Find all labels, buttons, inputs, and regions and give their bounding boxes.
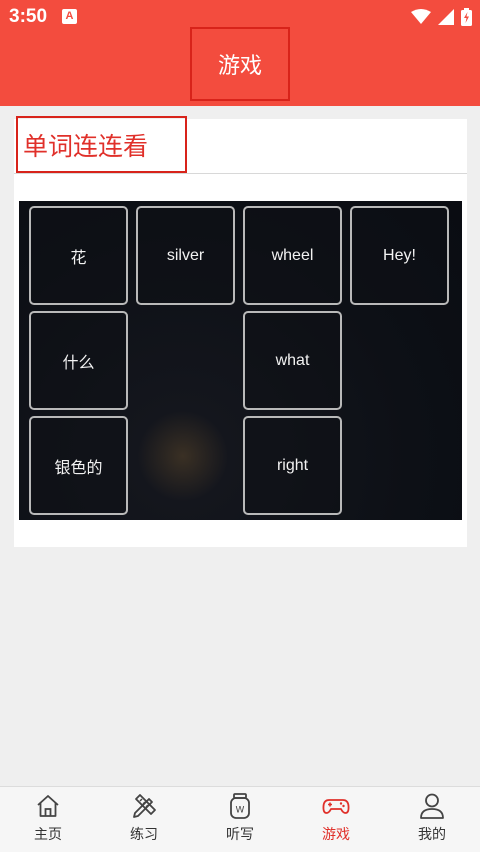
card-title: 单词连连看 xyxy=(23,131,149,161)
nav-label-profile: 我的 xyxy=(418,827,446,843)
card-title-highlight: 单词连连看 xyxy=(16,116,187,173)
home-icon xyxy=(37,795,59,817)
word-tile[interactable]: right xyxy=(243,416,342,515)
battery-icon xyxy=(461,8,472,26)
page-title: 游戏 xyxy=(217,54,262,79)
nav-label-dictation: 听写 xyxy=(226,827,254,843)
word-tile[interactable]: silver xyxy=(136,206,235,305)
svg-text:W: W xyxy=(236,806,245,816)
nav-item-dictation[interactable]: W 听写 xyxy=(192,787,288,852)
nav-label-home: 主页 xyxy=(34,827,62,843)
word-tile[interactable]: 银色的 xyxy=(29,416,128,515)
word-tile[interactable]: wheel xyxy=(243,206,342,305)
word-tile[interactable]: Hey! xyxy=(350,206,449,305)
notification-icon: A xyxy=(62,9,77,24)
pencil-ruler-icon xyxy=(133,794,156,818)
user-icon xyxy=(420,793,444,819)
gamepad-icon xyxy=(322,799,350,814)
nav-label-practice: 练习 xyxy=(130,827,158,843)
signal-icon xyxy=(438,9,454,25)
bottom-nav: 主页 练习 W 听写 游戏 我的 xyxy=(0,786,480,852)
word-match-game-area[interactable]: 花 silver wheel Hey! 什么 what 银色的 right xyxy=(19,201,462,520)
word-tile[interactable]: 什么 xyxy=(29,311,128,410)
status-time: 3:50 xyxy=(9,6,48,27)
status-icons xyxy=(411,7,472,27)
nav-item-home[interactable]: 主页 xyxy=(0,787,96,852)
wifi-icon xyxy=(411,9,431,24)
top-bar: 3:50 A 游戏 xyxy=(0,0,480,106)
nav-item-practice[interactable]: 练习 xyxy=(96,787,192,852)
word-tile[interactable]: what xyxy=(243,311,342,410)
header-title-highlight: 游戏 xyxy=(190,27,290,101)
card-divider xyxy=(14,173,467,174)
nav-item-games[interactable]: 游戏 xyxy=(288,787,384,852)
jar-w-icon: W xyxy=(230,793,250,819)
game-card: 单词连连看 花 silver wheel Hey! 什么 what 银色的 right xyxy=(14,116,467,547)
nav-label-games: 游戏 xyxy=(322,827,350,843)
word-tile[interactable]: 花 xyxy=(29,206,128,305)
nav-item-profile[interactable]: 我的 xyxy=(384,787,480,852)
